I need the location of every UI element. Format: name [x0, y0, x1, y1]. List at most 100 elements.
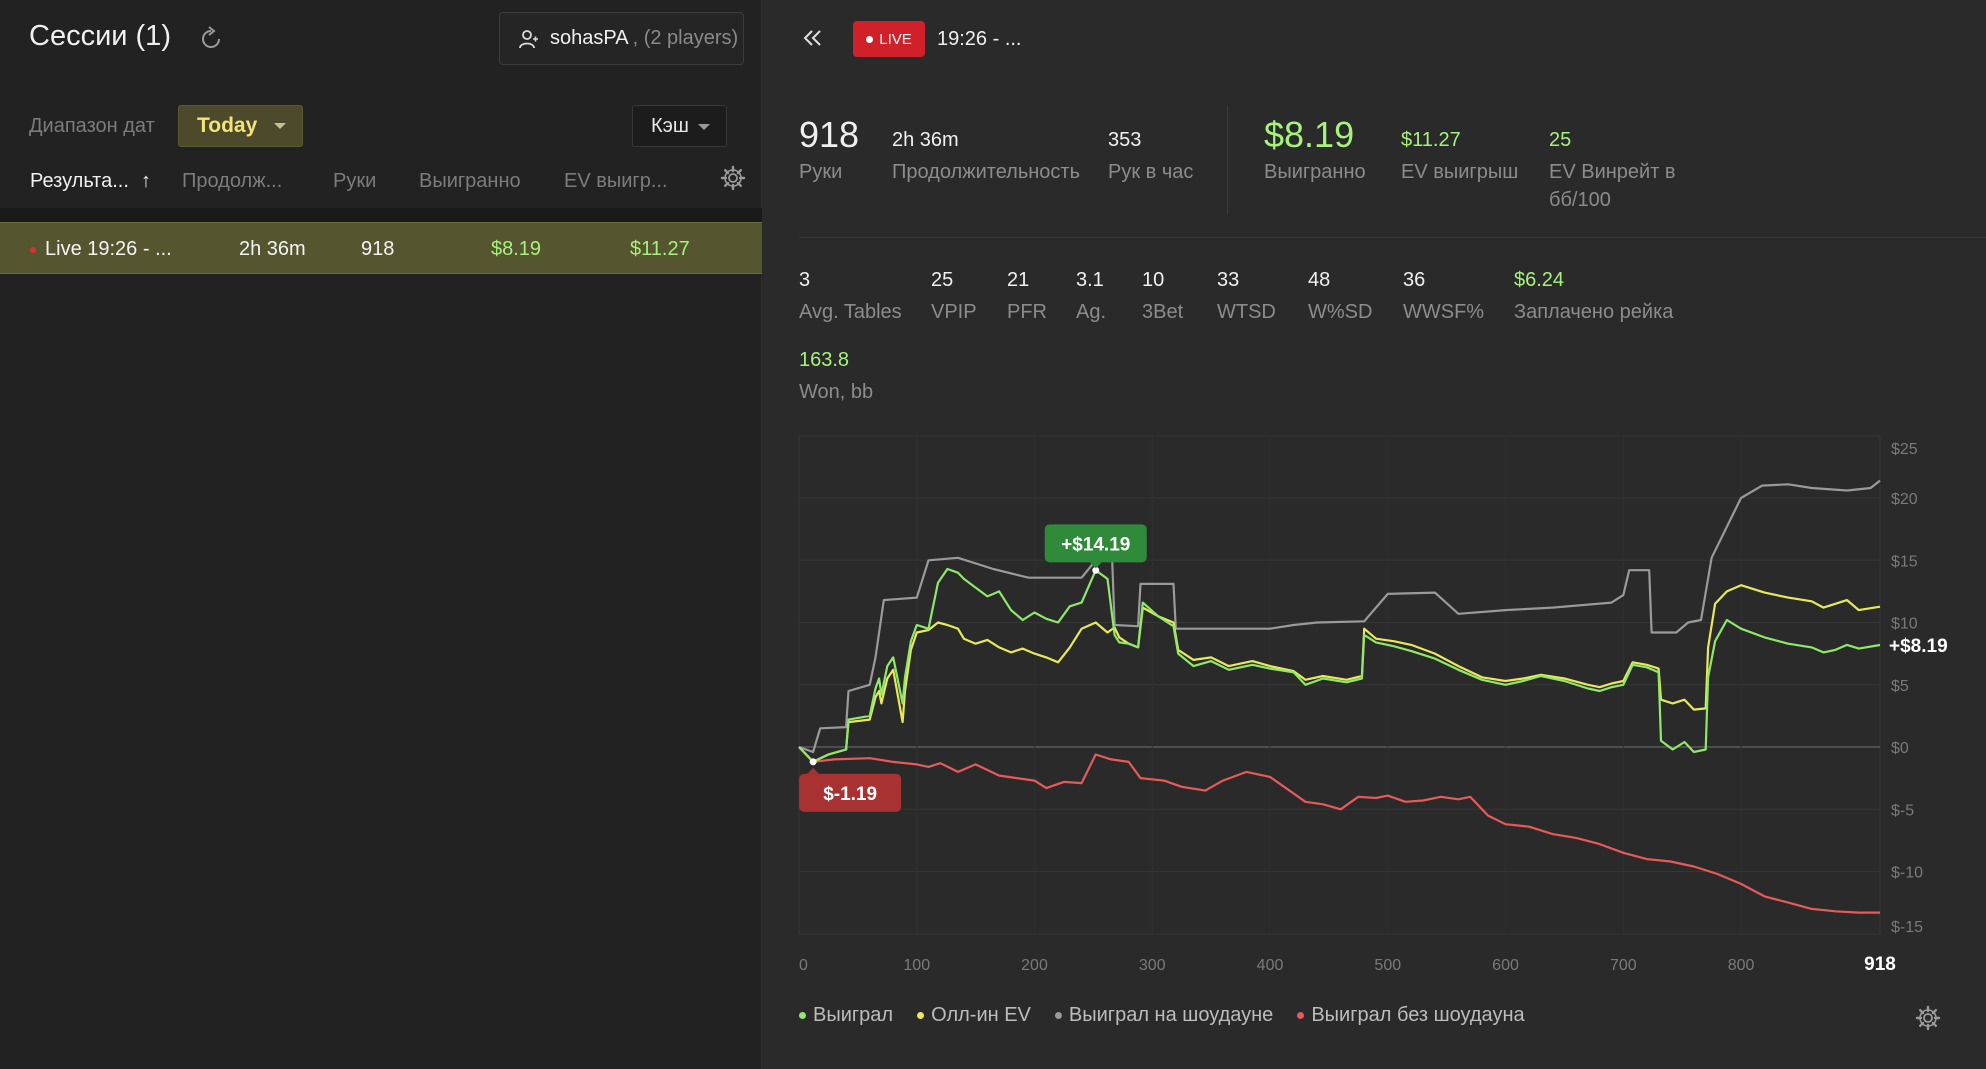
stat-wtsd: 33 WTSD	[1217, 269, 1276, 326]
stat-pfr: 21 PFR	[1007, 269, 1047, 326]
stat-value: 48	[1308, 269, 1331, 291]
table-row[interactable]: Live 19:26 - ... 2h 36m 918 $8.19 $11.27	[0, 222, 762, 274]
y-tick-label: $-5	[1891, 802, 1914, 819]
stat-wwsf: 36 WWSF%	[1403, 269, 1484, 326]
caret-down-icon	[698, 124, 710, 130]
x-tick-label: 500	[1374, 957, 1401, 974]
stat-label: Заплачено рейка	[1514, 301, 1674, 323]
live-label: LIVE	[879, 30, 912, 48]
legend-item-allin-ev[interactable]: Олл-ин EV	[917, 1004, 1031, 1027]
column-header-duration[interactable]: Продолж...	[182, 170, 282, 193]
y-tick-label: $20	[1891, 491, 1918, 508]
player-count: , (2 players)	[632, 27, 739, 49]
series-line	[798, 479, 1881, 754]
stat-label: Avg. Tables	[799, 301, 902, 323]
refresh-icon[interactable]	[197, 25, 225, 53]
x-tick-label: 600	[1492, 957, 1519, 974]
x-end-label: 918	[1864, 954, 1896, 975]
stat-value: 33	[1217, 269, 1240, 291]
stat-value: 3.1	[1076, 269, 1104, 291]
date-range-label: Диапазон дат	[29, 115, 155, 137]
live-badge: LIVE	[853, 21, 925, 57]
gear-icon[interactable]	[720, 165, 746, 191]
session-name: Live 19:26 - ...	[45, 238, 172, 260]
caret-down-icon	[274, 123, 286, 129]
user-icon	[519, 29, 538, 48]
profit-chart: $25 $20 $15 $10 $5 $0 $-5 $-10 $-15 0 100 200 300 400…	[762, 420, 1986, 980]
legend-item-won[interactable]: Выиграл	[799, 1004, 893, 1027]
session-table-header: Результа... ↑ Продолж... Руки Выигранно …	[0, 160, 762, 208]
stat-wsd: 48 W%SD	[1308, 269, 1372, 326]
y-tick-label: $5	[1891, 678, 1909, 695]
series-end-label: +$8.19	[1889, 636, 1948, 657]
section-divider	[799, 237, 1986, 238]
game-type-dropdown[interactable]: Кэш	[632, 105, 727, 147]
stat-label: 3Bet	[1142, 301, 1184, 323]
x-tick-label: 700	[1610, 957, 1637, 974]
legend-dot	[1054, 1012, 1062, 1019]
legend-dot	[799, 1012, 806, 1019]
chart-legend: Выиграл Олл-ин EV Выиграл на шоудауне Вы…	[799, 1004, 1549, 1027]
date-range-dropdown[interactable]: Today	[178, 105, 303, 147]
session-duration: 2h 36m	[239, 238, 306, 260]
legend-label: Выиграл	[813, 1004, 894, 1026]
legend-item-non-showdown[interactable]: Выиграл без шоудауна	[1297, 1004, 1525, 1027]
x-tick-label: 300	[1139, 957, 1166, 974]
double-chevron-left-icon[interactable]	[801, 26, 825, 50]
stat-value: 353	[1108, 129, 1142, 151]
stat-3bet: 10 3Bet	[1142, 269, 1183, 326]
stat-ev-winrate: 25 EV Винрейт в бб/100	[1549, 129, 1676, 214]
stat-label-unit: бб/100	[1549, 189, 1611, 211]
session-ev: $11.27	[630, 238, 690, 260]
stat-label: EV выигрыш	[1401, 161, 1519, 183]
x-tick-label: 800	[1728, 957, 1755, 974]
column-header-ev[interactable]: EV выигр...	[564, 170, 668, 193]
player-selector-button[interactable]: sohasPA , (2 players)	[499, 12, 744, 65]
sessions-title: Сессии (1)	[29, 20, 171, 52]
session-won: $8.19	[491, 238, 542, 260]
stat-label: Ag.	[1076, 301, 1107, 323]
legend-dot	[917, 1012, 925, 1019]
stat-value: 25	[1549, 129, 1572, 151]
stat-value: 163.8	[799, 349, 850, 371]
stat-hands: 918 Руки	[799, 114, 859, 186]
stat-value: 21	[1007, 269, 1030, 291]
stat-avg-tables: 3 Avg. Tables	[799, 269, 902, 326]
live-dot-icon	[866, 35, 874, 43]
callout-pointer	[807, 767, 820, 774]
legend-item-showdown[interactable]: Выиграл на шоудауне	[1054, 1004, 1274, 1027]
x-tick-label: 400	[1257, 957, 1284, 974]
column-header-hands[interactable]: Руки	[333, 170, 376, 193]
callout-label: +$14.19	[1061, 534, 1130, 555]
column-header-won[interactable]: Выигранно	[419, 170, 521, 193]
stat-ev-won: $11.27 EV выигрыш	[1401, 129, 1518, 186]
stat-won: $8.19 Выигранно	[1264, 114, 1366, 186]
callout-label: $-1.19	[823, 784, 877, 805]
table-divider	[0, 208, 762, 222]
stat-value: 918	[799, 114, 860, 155]
stat-value: 3	[799, 269, 811, 291]
series-line	[798, 584, 1881, 763]
y-tick-label: $15	[1891, 553, 1918, 570]
x-tick-label: 100	[903, 957, 930, 974]
legend-label: Выиграл на шоудауне	[1068, 1004, 1274, 1026]
game-type-value: Кэш	[651, 114, 689, 137]
stat-rake: $6.24 Заплачено рейка	[1514, 269, 1673, 326]
y-tick-label: $25	[1891, 441, 1918, 458]
date-range-value: Today	[197, 114, 258, 137]
stat-label: Рук в час	[1108, 161, 1194, 183]
session-hands: 918	[361, 238, 395, 260]
x-tick-label: 200	[1021, 957, 1048, 974]
gear-icon[interactable]	[1915, 1005, 1941, 1031]
stats-divider	[1227, 106, 1228, 214]
sessions-panel: Сессии (1) sohasPA , (2 players) Диапазо…	[0, 0, 762, 1069]
stat-vpip: 25 VPIP	[931, 269, 977, 326]
stat-duration: 2h 36m Продолжительность	[892, 129, 1080, 186]
column-header-result[interactable]: Результа...	[30, 170, 129, 193]
stat-label: WWSF%	[1403, 301, 1485, 323]
legend-dot	[1297, 1012, 1305, 1019]
sort-arrow-icon[interactable]: ↑	[141, 170, 151, 193]
session-time: 19:26 - ...	[937, 28, 1022, 50]
y-tick-label: $-15	[1891, 919, 1923, 936]
stat-label: WTSD	[1217, 301, 1276, 323]
